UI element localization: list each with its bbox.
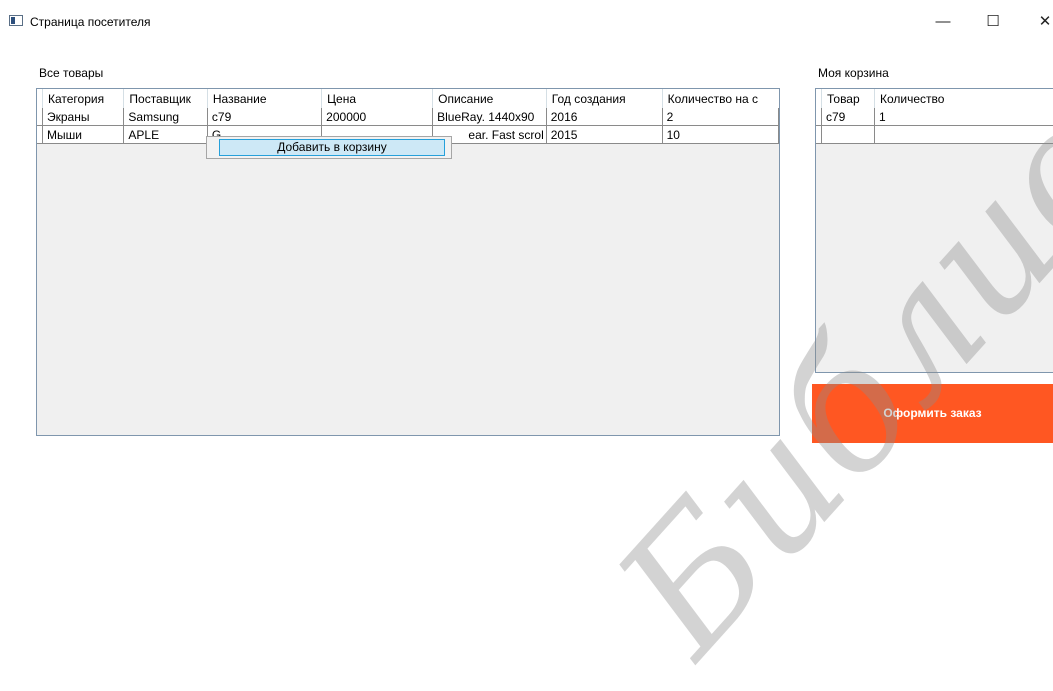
maximize-button[interactable]: ☐ <box>978 10 1008 34</box>
column-header-quantity[interactable]: Количество <box>874 89 1053 108</box>
cart-table: Товар Количество c79 1 <box>816 89 1053 144</box>
table-cell[interactable]: c79 <box>821 108 875 126</box>
table-row[interactable] <box>816 125 1053 144</box>
table-cell[interactable]: 2016 <box>546 108 663 126</box>
table-cell[interactable]: Мыши <box>42 125 125 144</box>
table-cell[interactable]: BlueRay. 1440x90 <box>432 108 547 126</box>
column-header-description[interactable]: Описание <box>432 89 547 108</box>
table-cell[interactable]: 2015 <box>546 125 663 144</box>
close-button[interactable]: ✕ <box>1030 10 1053 34</box>
products-header-row: Категория Поставщик Название Цена Описан… <box>37 89 779 108</box>
column-header-category[interactable]: Категория <box>42 89 125 108</box>
table-cell[interactable]: c79 <box>207 108 323 126</box>
table-cell[interactable]: Экраны <box>42 108 125 126</box>
column-header-price[interactable]: Цена <box>321 89 434 108</box>
checkout-button[interactable]: Оформить заказ <box>812 384 1053 443</box>
column-header-name[interactable]: Название <box>207 89 323 108</box>
products-label: Все товары <box>39 66 104 80</box>
column-header-supplier[interactable]: Поставщик <box>123 89 208 108</box>
add-to-cart-menu-item[interactable]: Добавить в корзину <box>219 139 445 156</box>
table-cell[interactable]: 200000 <box>321 108 434 126</box>
app-icon <box>9 15 23 26</box>
table-cell[interactable] <box>821 125 875 144</box>
window-title: Страница посетителя <box>30 15 151 29</box>
table-cell[interactable] <box>874 125 1053 144</box>
table-row[interactable]: c79 1 <box>816 108 1053 126</box>
minimize-button[interactable]: — <box>928 10 958 34</box>
context-menu: Добавить в корзину <box>206 136 452 159</box>
column-header-stock[interactable]: Количество на с <box>662 89 779 108</box>
table-cell[interactable]: 2 <box>662 108 780 126</box>
table-cell[interactable]: 10 <box>662 125 780 144</box>
table-cell[interactable]: 1 <box>874 108 1053 126</box>
cart-grid[interactable]: Товар Количество c79 1 <box>815 88 1053 373</box>
table-cell[interactable]: APLE <box>123 125 208 144</box>
table-row[interactable]: Экраны Samsung c79 200000 BlueRay. 1440x… <box>37 108 780 126</box>
table-cell[interactable]: Samsung <box>123 108 208 126</box>
cart-label: Моя корзина <box>818 66 889 80</box>
cart-header-row: Товар Количество <box>816 89 1053 108</box>
column-header-product[interactable]: Товар <box>821 89 875 108</box>
column-header-year[interactable]: Год создания <box>546 89 663 108</box>
